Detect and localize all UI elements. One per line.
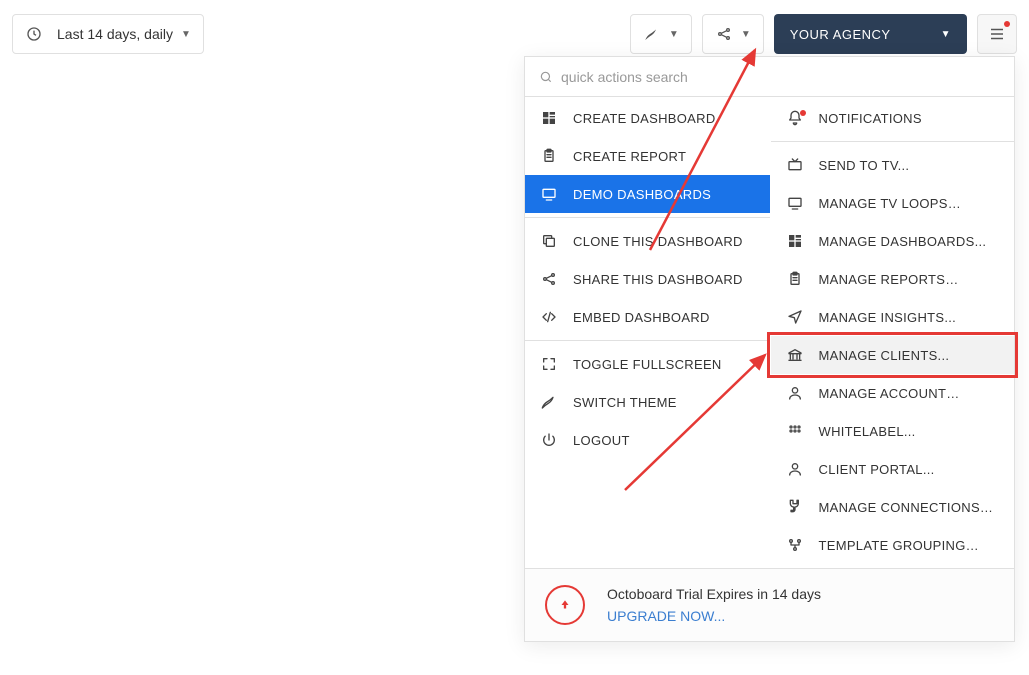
menu-item-clone-this-dashboard[interactable]: CLONE THIS DASHBOARD [525, 222, 770, 260]
menu-item-label: TEMPLATE GROUPING… [819, 538, 979, 553]
menu-item-label: CREATE DASHBOARD [573, 111, 716, 126]
menu-item-manage-insights[interactable]: MANAGE INSIGHTS... [771, 298, 1015, 336]
notification-dot [800, 110, 806, 116]
menu-item-manage-connections[interactable]: MANAGE CONNECTIONS… [771, 488, 1015, 526]
menu-item-client-portal[interactable]: CLIENT PORTAL... [771, 450, 1015, 488]
menu-item-label: MANAGE CONNECTIONS… [819, 500, 994, 515]
menu-item-manage-tv-loops[interactable]: MANAGE TV LOOPS… [771, 184, 1015, 222]
flow-icon [785, 535, 805, 555]
theme-icon [643, 25, 661, 43]
menu-item-manage-clients[interactable]: MANAGE CLIENTS... [771, 336, 1015, 374]
menu-item-label: EMBED DASHBOARD [573, 310, 710, 325]
menu-item-notifications[interactable]: NOTIFICATIONS [771, 99, 1015, 137]
copy-icon [539, 231, 559, 251]
screen-icon [539, 184, 559, 204]
caret-down-icon: ▼ [181, 29, 191, 40]
clipboard-icon [539, 146, 559, 166]
menu-right-column: NOTIFICATIONS SEND TO TV... MANAGE TV LOOP… [770, 97, 1015, 564]
menu-item-whitelabel[interactable]: WHITELABEL... [771, 412, 1015, 450]
tv-icon [785, 155, 805, 175]
menu-item-label: MANAGE ACCOUNT… [819, 386, 960, 401]
menu-separator [525, 217, 770, 218]
theme-dropdown-button[interactable]: ▼ [630, 14, 692, 54]
menu-item-label: MANAGE DASHBOARDS... [819, 234, 987, 249]
menu-item-label: CREATE REPORT [573, 149, 686, 164]
caret-down-icon: ▼ [941, 29, 951, 40]
menu-item-label: DEMO DASHBOARDS [573, 187, 711, 202]
plug-icon [785, 497, 805, 517]
notification-dot [1004, 21, 1010, 27]
menu-item-label: MANAGE TV LOOPS… [819, 196, 962, 211]
account-icon [785, 459, 805, 479]
upgrade-now-link[interactable]: UPGRADE NOW... [607, 608, 821, 624]
menu-item-label: MANAGE REPORTS… [819, 272, 959, 287]
account-icon [785, 383, 805, 403]
menu-item-share-this-dashboard[interactable]: SHARE THIS DASHBOARD [525, 260, 770, 298]
fullscreen-icon [539, 354, 559, 374]
menu-separator [525, 340, 770, 341]
menu-item-demo-dashboards[interactable]: DEMO DASHBOARDS [525, 175, 770, 213]
menu-item-manage-dashboards[interactable]: MANAGE DASHBOARDS... [771, 222, 1015, 260]
menu-left-column: CREATE DASHBOARD CREATE REPORT DEMO DASHBO… [525, 97, 770, 564]
share-icon [539, 269, 559, 289]
code-icon [539, 307, 559, 327]
menu-item-label: MANAGE CLIENTS... [819, 348, 950, 363]
toolbar: Last 14 days, daily ▼ ▼ ▼ YOUR AGENCY ▼ [0, 14, 1029, 54]
menu-item-label: MANAGE INSIGHTS... [819, 310, 957, 325]
agency-dropdown-button[interactable]: YOUR AGENCY ▼ [774, 14, 967, 54]
menu-item-send-to-tv[interactable]: SEND TO TV... [771, 146, 1015, 184]
menu-item-label: TOGGLE FULLSCREEN [573, 357, 722, 372]
menu-item-template-grouping[interactable]: TEMPLATE GROUPING… [771, 526, 1015, 564]
search-icon [539, 70, 553, 84]
menu-item-toggle-fullscreen[interactable]: TOGGLE FULLSCREEN [525, 345, 770, 383]
menu-separator [771, 141, 1015, 142]
caret-down-icon: ▼ [669, 29, 679, 40]
menu-item-label: CLONE THIS DASHBOARD [573, 234, 743, 249]
menu-item-label: CLIENT PORTAL... [819, 462, 935, 477]
menu-item-label: NOTIFICATIONS [819, 111, 922, 126]
menu-item-label: SHARE THIS DASHBOARD [573, 272, 743, 287]
date-range-button[interactable]: Last 14 days, daily ▼ [12, 14, 204, 54]
menu-item-create-dashboard[interactable]: CREATE DASHBOARD [525, 99, 770, 137]
menu-item-label: SWITCH THEME [573, 395, 677, 410]
clock-icon [25, 25, 43, 43]
menu-item-label: WHITELABEL... [819, 424, 916, 439]
dashboard-icon [785, 231, 805, 251]
dashboard-icon [539, 108, 559, 128]
agency-label: YOUR AGENCY [790, 27, 891, 42]
trial-footer: Octoboard Trial Expires in 14 days UPGRA… [525, 568, 1014, 641]
theme-icon [539, 392, 559, 412]
share-icon [715, 25, 733, 43]
menu-item-label: LOGOUT [573, 433, 630, 448]
main-menu-panel: CREATE DASHBOARD CREATE REPORT DEMO DASHBO… [524, 56, 1015, 642]
power-icon [539, 430, 559, 450]
date-range-label: Last 14 days, daily [57, 26, 173, 42]
menu-item-embed-dashboard[interactable]: EMBED DASHBOARD [525, 298, 770, 336]
menu-item-manage-reports[interactable]: MANAGE REPORTS… [771, 260, 1015, 298]
menu-item-create-report[interactable]: CREATE REPORT [525, 137, 770, 175]
send-icon [785, 307, 805, 327]
menu-item-label: SEND TO TV... [819, 158, 910, 173]
quick-actions-search-input[interactable] [553, 69, 1000, 85]
share-dropdown-button[interactable]: ▼ [702, 14, 764, 54]
menu-item-manage-account[interactable]: MANAGE ACCOUNT… [771, 374, 1015, 412]
main-menu-button[interactable] [977, 14, 1017, 54]
menu-item-logout[interactable]: LOGOUT [525, 421, 770, 459]
caret-down-icon: ▼ [741, 29, 751, 40]
grid-icon [785, 421, 805, 441]
upgrade-icon [545, 585, 585, 625]
bank-icon [785, 345, 805, 365]
trial-expiry-text: Octoboard Trial Expires in 14 days [607, 586, 821, 602]
menu-item-switch-theme[interactable]: SWITCH THEME [525, 383, 770, 421]
quick-actions-search-row [525, 57, 1014, 97]
monitor-icon [785, 193, 805, 213]
clipboard-icon [785, 269, 805, 289]
